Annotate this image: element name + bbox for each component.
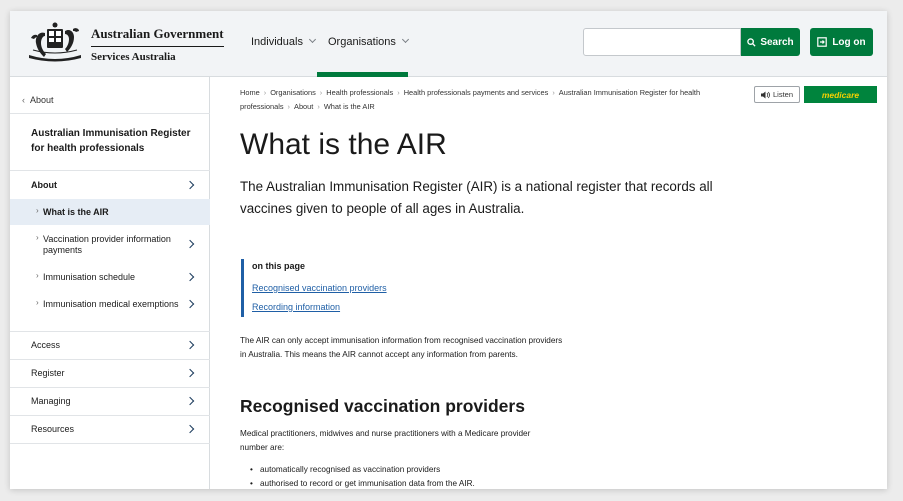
back-label: About <box>30 95 54 105</box>
nav-individuals-label: Individuals <box>251 36 303 48</box>
chevron-down-icon <box>401 35 409 44</box>
link-recording-information[interactable]: Recording information <box>252 302 340 312</box>
gov-title: Australian Government <box>91 26 224 47</box>
sidebar-item-vaccination-payments[interactable]: › Vaccination provider information payme… <box>10 225 210 263</box>
sidebar-item-register[interactable]: Register <box>10 360 210 387</box>
log-on-button[interactable]: Log on <box>810 28 873 56</box>
sidebar-item-managing[interactable]: Managing <box>10 388 210 415</box>
chevron-right-icon <box>185 368 195 378</box>
sidebar-item-label: Immunisation schedule <box>43 272 136 282</box>
list-item: automatically recognised as vaccination … <box>250 463 475 477</box>
breadcrumb-payments-services[interactable]: Health professionals payments and servic… <box>404 88 549 97</box>
speaker-icon <box>760 91 770 98</box>
on-this-page-accent-bar <box>241 259 244 317</box>
bullet-icon: › <box>36 206 39 215</box>
medicare-logo[interactable]: medicare <box>804 86 877 103</box>
sidebar-item-label: Register <box>31 368 65 378</box>
breadcrumb-organisations[interactable]: Organisations <box>270 88 316 97</box>
browser-page: Australian Government Services Australia… <box>10 11 887 489</box>
site-header: Australian Government Services Australia… <box>10 11 887 77</box>
body-paragraph: The AIR can only accept immunisation inf… <box>240 336 563 359</box>
sidebar-item-label: Vaccination provider information payment… <box>43 234 171 255</box>
sidebar-item-label: Immunisation medical exemptions <box>43 299 179 309</box>
chevron-right-icon <box>185 396 195 406</box>
divider <box>10 113 210 114</box>
breadcrumb-health-professionals[interactable]: Health professionals <box>326 88 393 97</box>
page-title: What is the AIR <box>240 128 447 161</box>
listen-button[interactable]: Listen <box>754 86 800 103</box>
sidebar-item-about[interactable]: About <box>10 171 210 199</box>
breadcrumb-home[interactable]: Home <box>240 88 260 97</box>
log-on-label: Log on <box>832 36 866 48</box>
list-item: authorised to record or get immunisation… <box>250 477 475 489</box>
breadcrumb-separator-icon: › <box>287 102 291 111</box>
sidebar-item-label: Access <box>31 340 61 350</box>
sidebar-item-what-is-the-air[interactable]: › What is the AIR <box>10 199 210 225</box>
divider <box>10 443 210 444</box>
agency-title: Services Australia <box>91 51 176 63</box>
sidebar-back-link[interactable]: ‹ About <box>22 95 54 105</box>
breadcrumb-separator-icon: › <box>397 88 400 97</box>
breadcrumb-current: What is the AIR <box>323 102 375 111</box>
breadcrumb-separator-icon: › <box>317 102 320 111</box>
lead-paragraph: The Australian Immunisation Register (AI… <box>240 179 713 216</box>
bullet-icon: › <box>36 271 39 280</box>
bullet-icon: › <box>36 298 39 307</box>
breadcrumb-separator-icon: › <box>319 88 323 97</box>
sidebar-item-resources[interactable]: Resources <box>10 416 210 443</box>
nav-individuals[interactable]: Individuals <box>251 35 317 48</box>
sidebar-section-title[interactable]: Australian Immunisation Register for hea… <box>31 126 191 156</box>
breadcrumb: Home › Organisations › Health professionals ›… <box>240 86 750 114</box>
search-button-label: Search <box>760 36 794 48</box>
section-heading: Recognised vaccination providers <box>240 396 525 416</box>
nav-organisations[interactable]: Organisations <box>328 35 409 48</box>
sidebar-item-access[interactable]: Access <box>10 332 210 359</box>
breadcrumb-separator-icon: › <box>552 88 555 97</box>
bullet-icon: › <box>36 233 39 242</box>
sidebar-item-label: Resources <box>31 424 75 434</box>
government-wordmark[interactable]: Australian Government Services Australia <box>91 26 224 63</box>
search-icon <box>747 37 756 47</box>
coat-of-arms-icon <box>29 22 81 62</box>
sidebar-nav: ‹ About Australian Immunisation Register … <box>10 77 210 489</box>
breadcrumb-separator-icon: › <box>263 88 267 97</box>
body-paragraph: Medical practitioners, midwives and nurs… <box>240 429 531 452</box>
nav-active-indicator <box>317 72 408 77</box>
chevron-right-icon <box>185 340 195 350</box>
login-icon <box>817 37 828 47</box>
search-button[interactable]: Search <box>741 28 800 56</box>
link-recognised-vaccination-providers[interactable]: Recognised vaccination providers <box>252 283 387 293</box>
sidebar-item-immunisation-schedule[interactable]: › Immunisation schedule <box>10 263 210 290</box>
chevron-left-icon: ‹ <box>22 95 25 105</box>
sidebar-item-medical-exemptions[interactable]: › Immunisation medical exemptions <box>10 290 210 318</box>
listen-label: Listen <box>772 90 793 99</box>
chevron-right-icon <box>185 299 195 309</box>
breadcrumb-about[interactable]: About <box>294 102 313 111</box>
chevron-down-icon <box>308 35 317 44</box>
bullet-list: automatically recognised as vaccination … <box>250 463 475 489</box>
sidebar-item-label: What is the AIR <box>43 207 109 217</box>
medicare-label: medicare <box>821 89 860 100</box>
sidebar-item-label: Managing <box>31 396 71 406</box>
nav-organisations-label: Organisations <box>328 36 396 48</box>
chevron-right-icon <box>185 272 195 282</box>
chevron-right-icon <box>185 180 195 190</box>
chevron-right-icon <box>185 239 195 249</box>
search-input[interactable] <box>583 28 741 56</box>
on-this-page-title: on this page <box>252 261 306 271</box>
sidebar-item-label: About <box>31 180 57 190</box>
chevron-right-icon <box>185 424 195 434</box>
